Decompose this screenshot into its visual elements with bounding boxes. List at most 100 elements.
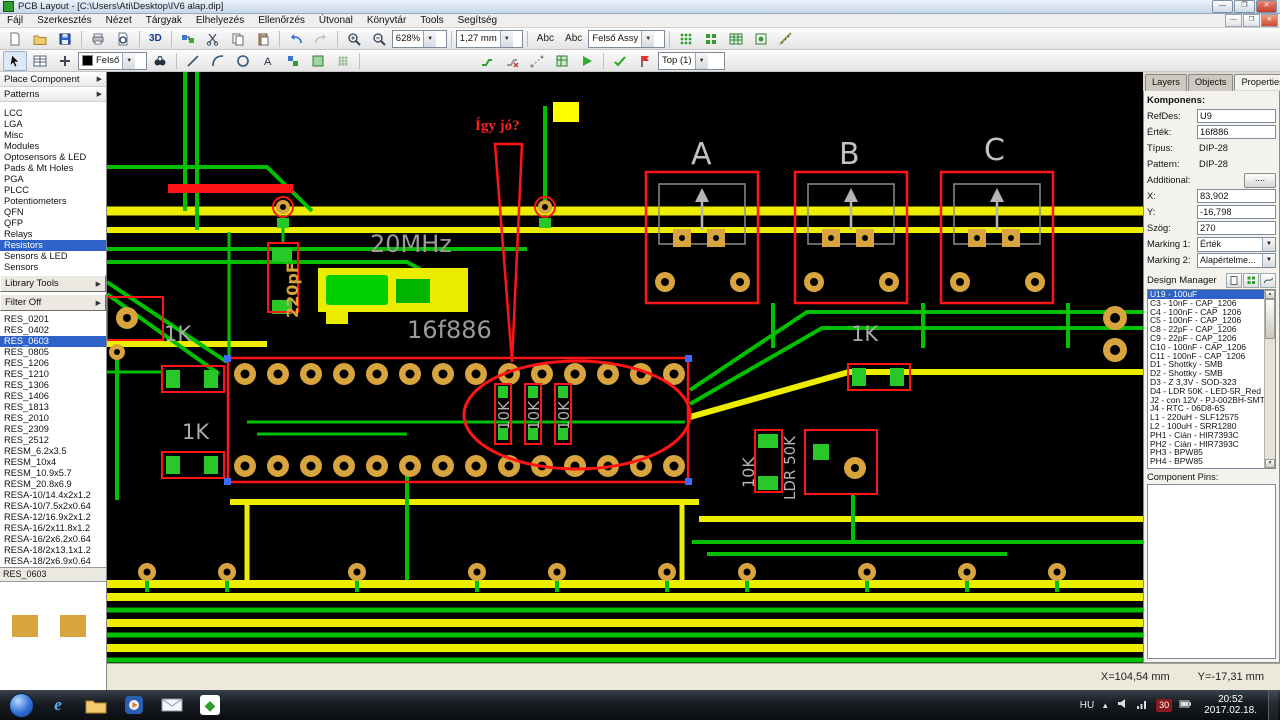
part-item[interactable]: RES_1210 [0, 369, 106, 380]
abc-marking-button[interactable]: Abc [532, 29, 559, 49]
category-item[interactable]: Resistors [0, 240, 106, 251]
print-preview-button[interactable] [111, 29, 135, 49]
dm-components-icon[interactable] [1226, 273, 1242, 288]
signal-layer-combo[interactable]: Top (1) ▼ [658, 51, 725, 70]
redo-button[interactable] [309, 29, 333, 49]
grid-step-combo[interactable]: 1,27 mm ▼ [455, 29, 523, 48]
error-flag-button[interactable] [633, 51, 657, 71]
design-manager-item[interactable]: C4 - 100nF - CAP_1206 [1148, 308, 1275, 317]
part-item[interactable]: RES_1206 [0, 358, 106, 369]
property-select[interactable]: Érték ▼ [1197, 236, 1276, 252]
mdi-minimize-button[interactable]: — [1225, 14, 1242, 27]
pattern-tool-button[interactable] [281, 51, 305, 71]
category-item[interactable]: QFP [0, 218, 106, 229]
assy-layer-combo[interactable]: Felső Assy ▼ [588, 29, 666, 48]
design-manager-item[interactable]: D1 - Shottky - SMB [1148, 360, 1275, 369]
component-pins-listbox[interactable] [1147, 484, 1276, 659]
tray-expand-icon[interactable]: ▲ [1101, 701, 1109, 710]
text-tool-button[interactable]: A [256, 51, 280, 71]
verification-button[interactable] [608, 51, 632, 71]
category-item[interactable]: Misc [0, 130, 106, 141]
menu-item[interactable]: Tools [413, 14, 450, 28]
category-item[interactable]: QFN [0, 207, 106, 218]
dm-nets-icon[interactable] [1260, 273, 1276, 288]
part-item[interactable]: RESA-12/16.9x2x1.2 [0, 512, 106, 523]
close-button[interactable]: ✕ [1256, 0, 1277, 13]
save-button[interactable] [53, 29, 77, 49]
design-manager-item[interactable]: J4 - RTC - 06D8-6S [1148, 404, 1275, 413]
route-tool-button[interactable] [475, 51, 499, 71]
category-item[interactable]: Sensors & LED [0, 251, 106, 262]
zoom-out-button[interactable] [367, 29, 391, 49]
temperature-badge[interactable]: 30 [1156, 698, 1173, 712]
category-item[interactable]: LGA [0, 119, 106, 130]
design-manager-item[interactable]: C3 - 10nF - CAP_1206 [1148, 299, 1275, 308]
design-manager-item[interactable]: D2 - Shottky - SMB [1148, 369, 1275, 378]
place-component-header[interactable]: Place Component ▶ [0, 72, 106, 87]
part-item[interactable]: RESM_20.8x6.9 [0, 479, 106, 490]
print-button[interactable] [86, 29, 110, 49]
part-item[interactable]: RES_0201 [0, 314, 106, 325]
part-item[interactable]: RESA-18/2x13.1x1.2 [0, 545, 106, 556]
grid-tool-button[interactable] [331, 51, 355, 71]
media-taskbar-icon[interactable] [122, 693, 146, 717]
paste-button[interactable] [251, 29, 275, 49]
abc-silk-button[interactable]: Abc [560, 29, 587, 49]
part-item[interactable]: RESA-18/2x6.9x0.64 [0, 556, 106, 567]
design-manager-item[interactable]: U19 - 100uF [1148, 290, 1275, 299]
part-item[interactable]: RESA-10/14.4x2x1.2 [0, 490, 106, 501]
part-item[interactable]: RES_0402 [0, 325, 106, 336]
part-item[interactable]: RES_2010 [0, 413, 106, 424]
menu-item[interactable]: Könyvtár [360, 14, 413, 28]
property-input[interactable]: -16,798 [1197, 205, 1276, 219]
battery-icon[interactable] [1179, 697, 1193, 713]
current-layer-combo[interactable]: Felső ▼ [78, 51, 147, 70]
category-item[interactable]: PGA [0, 174, 106, 185]
show-desktop-button[interactable] [1268, 690, 1278, 720]
mdi-restore-button[interactable]: ❐ [1243, 14, 1260, 27]
mdi-close-button[interactable]: ✕ [1261, 14, 1278, 27]
scroll-thumb[interactable] [1265, 299, 1275, 339]
design-manager-item[interactable]: PH2 - Cián - HIR7393C [1148, 440, 1275, 449]
dm-grid-icon[interactable] [1243, 273, 1259, 288]
category-item[interactable]: LCC [0, 108, 106, 119]
add-layer-button[interactable] [53, 51, 77, 71]
design-manager-item[interactable]: D3 - Z 3,3V - SOD-323 [1148, 378, 1275, 387]
design-manager-item[interactable]: PH1 - Cián - HIR7393C [1148, 431, 1275, 440]
undo-button[interactable] [284, 29, 308, 49]
property-input[interactable]: 83,902 [1197, 189, 1276, 203]
part-item[interactable]: RES_2512 [0, 435, 106, 446]
new-button[interactable] [3, 29, 27, 49]
menu-item[interactable]: Nézet [99, 14, 139, 28]
part-item[interactable]: RES_1306 [0, 380, 106, 391]
design-manager-item[interactable]: C5 - 100nF - CAP_1206 [1148, 316, 1275, 325]
explorer-taskbar-icon[interactable] [84, 693, 108, 717]
category-item[interactable]: Relays [0, 229, 106, 240]
category-item[interactable]: PLCC [0, 185, 106, 196]
open-button[interactable] [28, 29, 52, 49]
menu-item[interactable]: Fájl [0, 14, 30, 28]
design-manager-item[interactable]: C9 - 22pF - CAP_1206 [1148, 334, 1275, 343]
copper-pour-tool-button[interactable] [550, 51, 574, 71]
design-manager-item[interactable]: PH4 - BPW85 [1148, 457, 1275, 466]
design-manager-item[interactable]: C10 - 100nF - CAP_1206 [1148, 343, 1275, 352]
menu-item[interactable]: Tárgyak [139, 14, 189, 28]
menu-item[interactable]: Segítség [451, 14, 504, 28]
design-manager-item[interactable]: C8 - 22pF - CAP_1206 [1148, 325, 1275, 334]
zoom-in-button[interactable] [342, 29, 366, 49]
category-item[interactable]: Optosensors & LED [0, 152, 106, 163]
unroute-tool-button[interactable] [500, 51, 524, 71]
line-tool-button[interactable] [181, 51, 205, 71]
view-3d-button[interactable]: 3D [144, 29, 167, 49]
menu-item[interactable]: Ellenőrzés [251, 14, 312, 28]
zoom-combo[interactable]: 628% ▼ [391, 29, 447, 48]
pattern-grid-button-4[interactable] [749, 29, 773, 49]
scroll-down-icon[interactable]: ▼ [1265, 459, 1275, 468]
part-item[interactable]: RESA-10/7.5x2x0.64 [0, 501, 106, 512]
pcb-canvas[interactable]: Így jó? A B C 20MHz 16f886 220pF 1K 1K 1K 10K 10K 10… [107, 72, 1143, 663]
circle-tool-button[interactable] [231, 51, 255, 71]
find-button[interactable] [148, 51, 172, 71]
cut-button[interactable] [201, 29, 225, 49]
property-select[interactable]: Alapértelme... ▼ [1197, 252, 1276, 268]
network-icon[interactable] [1136, 697, 1149, 713]
